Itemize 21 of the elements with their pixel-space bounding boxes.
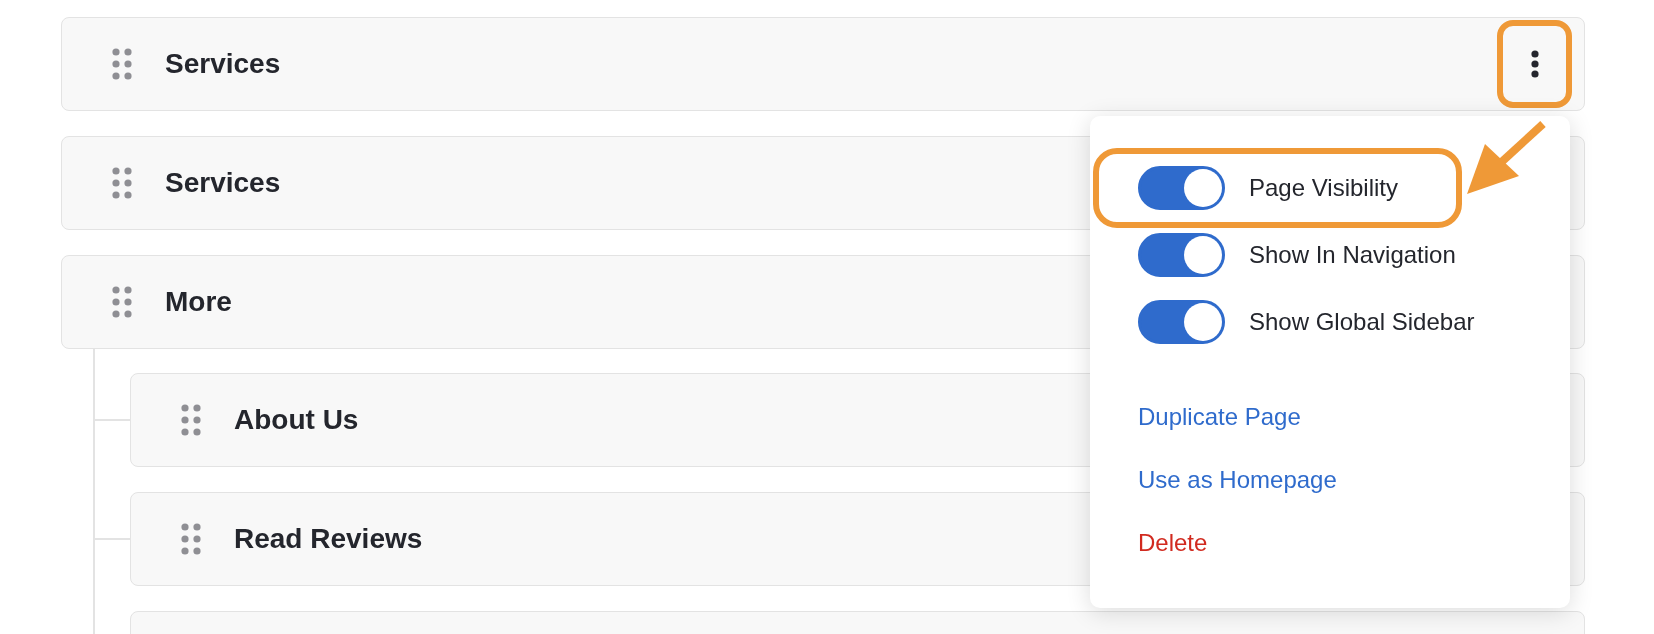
more-options-button[interactable] bbox=[1497, 20, 1572, 108]
menu-link[interactable]: Use as Homepage bbox=[1138, 466, 1337, 494]
menu-link[interactable]: Duplicate Page bbox=[1138, 403, 1301, 431]
toggle-switch[interactable] bbox=[1138, 166, 1225, 210]
drag-handle-icon[interactable] bbox=[181, 523, 201, 555]
drag-handle-icon[interactable] bbox=[112, 48, 132, 80]
page-title: Services bbox=[165, 48, 281, 80]
delete-link[interactable]: Delete bbox=[1138, 529, 1208, 557]
drag-handle-icon[interactable] bbox=[181, 404, 201, 436]
page-title: More bbox=[165, 286, 232, 318]
more-icon bbox=[1530, 50, 1539, 78]
toggle-switch[interactable] bbox=[1138, 300, 1225, 344]
drag-handle-icon[interactable] bbox=[112, 167, 132, 199]
drag-handle-icon[interactable] bbox=[112, 286, 132, 318]
page-title: Services bbox=[165, 167, 281, 199]
toggle-label: Show Global Sidebar bbox=[1249, 308, 1475, 336]
toggle-label: Page Visibility bbox=[1249, 174, 1398, 202]
page-title: About Us bbox=[234, 404, 359, 436]
toggle-switch[interactable] bbox=[1138, 233, 1225, 277]
page-row[interactable]: Services bbox=[61, 17, 1585, 111]
page-title: Read Reviews bbox=[234, 523, 423, 555]
